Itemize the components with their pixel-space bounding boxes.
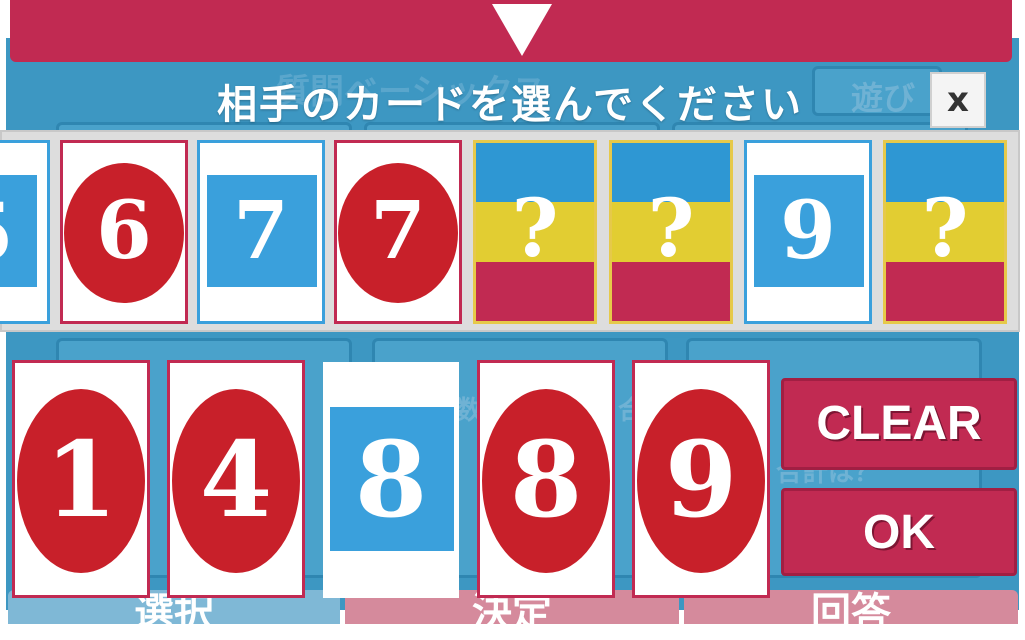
card-number: 6 [96, 183, 152, 277]
opponent-card[interactable]: 7 [334, 140, 462, 324]
player-card[interactable]: 8 [477, 360, 615, 598]
card-number: 1 [44, 418, 118, 541]
player-card[interactable]: 8 [323, 362, 459, 598]
close-icon: x [947, 80, 969, 120]
opponent-card[interactable]: 9 [744, 140, 872, 324]
opponent-card-hidden[interactable]: ? [883, 140, 1007, 324]
opponent-card[interactable]: 5 [0, 140, 50, 324]
instruction-text: 相手のカードを選んでください [217, 82, 803, 128]
card-number: 8 [354, 418, 428, 541]
opponent-card[interactable]: 7 [197, 140, 325, 324]
down-triangle-icon [492, 4, 552, 56]
card-number: 9 [780, 183, 836, 277]
player-card[interactable]: 4 [167, 360, 305, 598]
background-tab-answer-label: 回答 [811, 590, 891, 624]
question-mark: ? [647, 181, 695, 275]
card-number: 5 [0, 187, 47, 277]
opponent-card[interactable]: 6 [60, 140, 188, 324]
opponent-card-strip[interactable]: 5 6 7 7 ? ? 9 [0, 130, 1020, 332]
card-number: 7 [370, 183, 426, 277]
close-button[interactable]: x [930, 72, 986, 128]
top-banner [10, 0, 1012, 62]
card-number: 8 [509, 418, 583, 541]
player-card[interactable]: 1 [12, 360, 150, 598]
card-number: 7 [233, 183, 289, 277]
opponent-card-hidden[interactable]: ? [609, 140, 733, 324]
clear-button[interactable]: CLEAR [781, 378, 1017, 470]
card-number: 9 [664, 418, 738, 541]
question-mark: ? [921, 181, 969, 275]
game-screen: 質問ベーシックス 遊び 数 合 合計は？ 選択 決定 回答 相手のカードを選んで… [0, 0, 1025, 640]
ok-button[interactable]: OK [781, 488, 1017, 576]
opponent-card-hidden[interactable]: ? [473, 140, 597, 324]
card-number: 4 [199, 418, 273, 541]
question-mark: ? [511, 181, 559, 275]
player-card[interactable]: 9 [632, 360, 770, 598]
